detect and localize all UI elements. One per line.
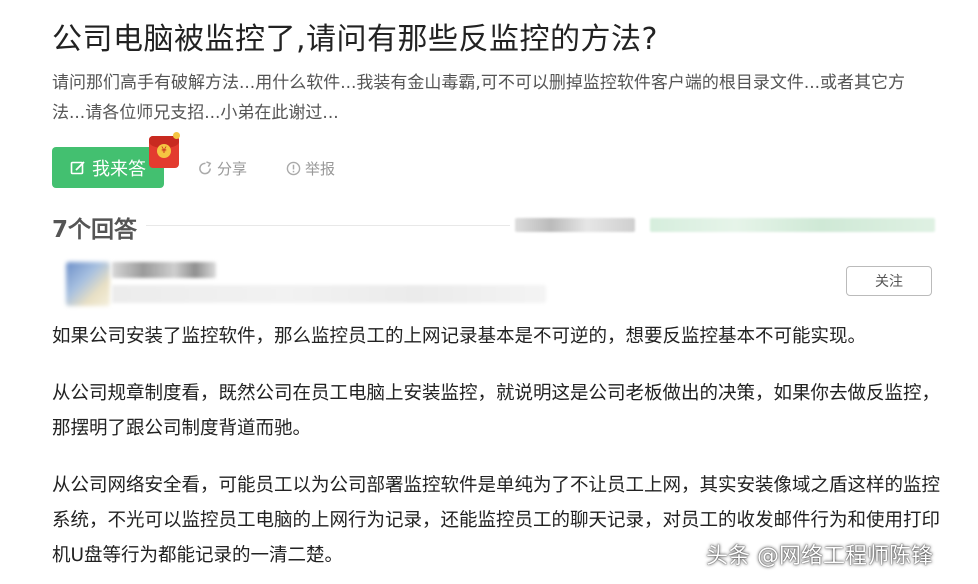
share-button[interactable]: 分享 bbox=[198, 158, 247, 179]
answer-paragraph: 如果公司安装了监控软件，那么监控员工的上网记录基本是不可逆的，想要反监控基本不可… bbox=[52, 326, 867, 347]
redacted-user-info bbox=[112, 285, 546, 303]
question-description: 请问那们高手有破解方法...用什么软件...我装有金山毒霸,可不可以删掉监控软件… bbox=[52, 73, 906, 123]
edit-icon bbox=[70, 160, 85, 174]
redacted-bar bbox=[650, 218, 935, 232]
answers-count: 7个回答 bbox=[52, 217, 138, 243]
question-title: 公司电脑被监控了,请问有那些反监控的方法? bbox=[52, 22, 658, 57]
answer-paragraph: 从公司规章制度看，既然公司在员工电脑上安装监控，就说明这是公司老板做出的决策，如… bbox=[52, 383, 941, 439]
divider bbox=[146, 225, 510, 226]
answer-button[interactable]: 我来答 bbox=[52, 147, 164, 188]
report-label: 举报 bbox=[305, 160, 336, 178]
avatar[interactable] bbox=[66, 262, 110, 306]
watermark: 头条 @网络工程师陈锋 bbox=[706, 544, 933, 569]
redacted-bar bbox=[515, 218, 635, 232]
share-label: 分享 bbox=[217, 160, 248, 178]
redacted-username bbox=[112, 262, 216, 278]
follow-button[interactable]: 关注 bbox=[846, 266, 932, 296]
warning-icon bbox=[286, 161, 301, 176]
report-button[interactable]: 举报 bbox=[286, 158, 335, 179]
answer-button-label: 我来答 bbox=[92, 158, 146, 180]
share-icon bbox=[199, 161, 212, 175]
red-packet-icon[interactable]: ¥ bbox=[149, 132, 180, 168]
